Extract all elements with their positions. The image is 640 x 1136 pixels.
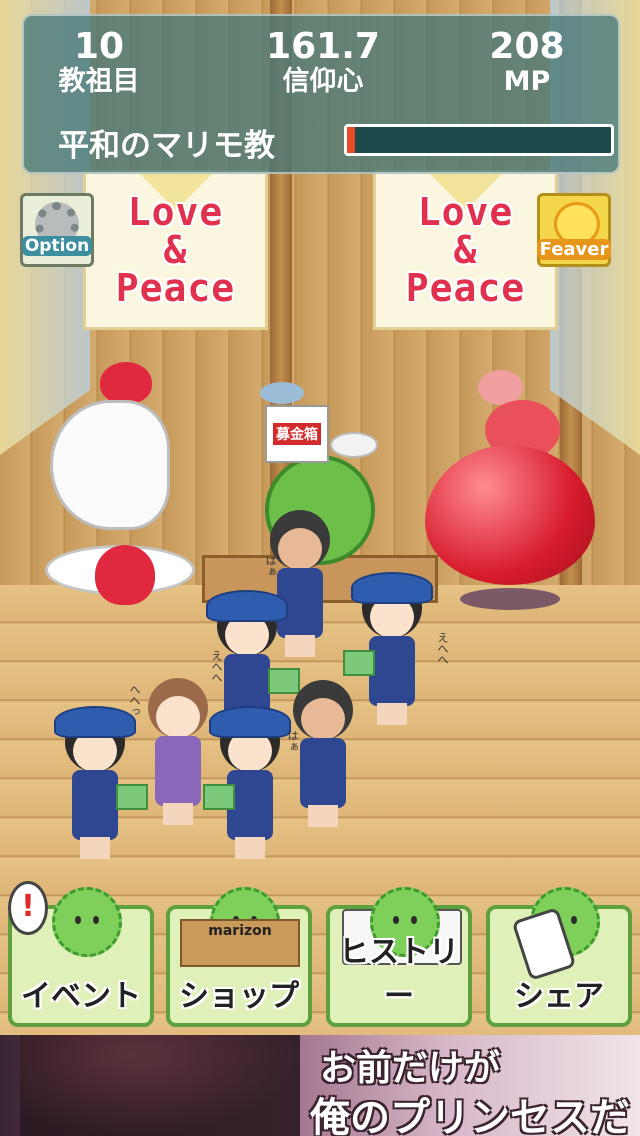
follower-schoolgirl[interactable] xyxy=(203,706,291,862)
ad-text-line1: お前だけが xyxy=(319,1047,500,1089)
donation-box-label: 募金箱 xyxy=(273,423,321,445)
share-button[interactable]: シェア xyxy=(486,887,632,1027)
heart-pedestal xyxy=(95,545,155,605)
mp-value: 208 xyxy=(489,26,565,67)
mutter-text: はぁ xyxy=(264,555,277,577)
mutter-text: えへへ xyxy=(210,650,223,683)
shipping-box-icon: marizon xyxy=(180,919,300,967)
shop-label: ショップ xyxy=(179,979,299,1014)
generation-stat: 10 教祖目 xyxy=(24,28,174,98)
follower-schoolgirl[interactable] xyxy=(54,706,148,862)
follower-schoolgirl[interactable] xyxy=(343,572,433,728)
faith-progress-bar xyxy=(344,124,614,156)
follower-salaryman[interactable] xyxy=(288,680,358,830)
ad-banner[interactable]: お前だけが 俺のプリンセスだ xyxy=(0,1035,640,1136)
banner-text: Peace xyxy=(115,266,236,310)
event-label: イベント xyxy=(21,979,141,1014)
feaver-label: Feaver xyxy=(536,239,612,260)
alert-bubble-icon: ! xyxy=(8,881,48,935)
mutter-text: はぁ xyxy=(286,730,299,752)
love-peace-banner-left: Love & Peace xyxy=(83,170,268,330)
mutter-text: えへへ xyxy=(436,632,449,665)
mutter-text: へへっ xyxy=(128,684,141,717)
shop-button[interactable]: marizon ショップ xyxy=(166,887,312,1027)
church-scene: Love & Peace Love & Peace 募金箱 はぁ えへへ えへへ… xyxy=(0,0,640,1035)
faith-progress-fill xyxy=(347,127,355,153)
share-label: シェア xyxy=(514,979,604,1014)
religion-name: 平和のマリモ教 xyxy=(58,128,275,164)
generation-label: 教祖目 xyxy=(58,66,140,97)
marimo-icon xyxy=(52,887,122,957)
feaver-button[interactable]: Feaver xyxy=(536,193,612,267)
faith-stat: 161.7 信仰心 xyxy=(248,28,398,98)
banner-text: & xyxy=(453,228,478,272)
faith-value: 161.7 xyxy=(266,26,380,67)
heart-ornament xyxy=(100,362,152,404)
event-button[interactable]: ! イベント xyxy=(8,881,154,1027)
option-button[interactable]: Option xyxy=(20,193,94,267)
faith-label: 信仰心 xyxy=(282,66,364,97)
donation-box[interactable]: 募金箱 xyxy=(265,405,329,463)
history-button[interactable]: ヒストリー xyxy=(326,887,472,1027)
pigeon-icon xyxy=(260,382,304,404)
banner-text: Peace xyxy=(405,266,526,310)
banner-text: Love xyxy=(417,190,514,234)
pigeon-icon xyxy=(330,432,378,458)
ad-text-line2: 俺のプリンセスだ xyxy=(310,1094,630,1136)
ad-illustration xyxy=(20,1035,300,1136)
banner-text: & xyxy=(163,228,188,272)
generation-value: 10 xyxy=(73,26,125,67)
banner-text: Love xyxy=(127,190,224,234)
mp-stat: 208 MP xyxy=(452,28,602,98)
option-label: Option xyxy=(21,236,93,256)
status-panel: 10 教祖目 161.7 信仰心 208 MP 平和のマリモ教 xyxy=(22,14,620,174)
love-peace-banner-right: Love & Peace xyxy=(373,170,558,330)
history-label: ヒストリー xyxy=(339,935,459,1014)
heart-stand xyxy=(460,588,560,610)
mp-label: MP xyxy=(503,66,551,97)
dove-statue[interactable] xyxy=(50,400,170,530)
